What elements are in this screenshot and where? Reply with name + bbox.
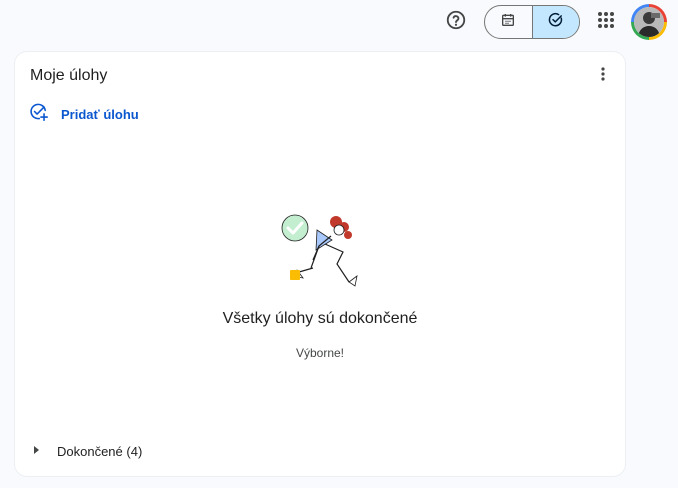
panel-title: Moje úlohy (30, 67, 108, 84)
tasks-panel: Moje úlohy Pridať úlohu Všetky úlohy sú … (15, 52, 625, 476)
completed-section-toggle[interactable]: Dokončené (4) (32, 442, 142, 460)
more-options-button[interactable] (593, 66, 613, 86)
account-avatar[interactable] (631, 4, 667, 40)
add-task-button[interactable]: Pridať úlohu (29, 102, 139, 126)
calendar-view-button[interactable] (485, 6, 532, 38)
help-button[interactable] (442, 8, 470, 36)
completed-label: Dokončené (4) (57, 443, 143, 459)
empty-state-subtitle: Výborne! (295, 346, 345, 360)
all-done-illustration (273, 210, 359, 290)
add-task-icon (29, 102, 48, 126)
apps-button[interactable] (592, 8, 620, 36)
view-toggle (484, 5, 580, 39)
apps-grid-icon (597, 11, 615, 34)
empty-state-title: Všetky úlohy sú dokončené (222, 310, 418, 327)
help-circle-icon (445, 9, 467, 36)
tasks-view-button[interactable] (531, 6, 579, 38)
calendar-icon (500, 12, 516, 33)
task-check-icon (547, 11, 565, 34)
add-task-label: Pridať úlohu (61, 106, 139, 122)
more-vert-icon (601, 66, 605, 86)
avatar-photo (634, 7, 664, 37)
caret-right-icon (32, 442, 40, 460)
